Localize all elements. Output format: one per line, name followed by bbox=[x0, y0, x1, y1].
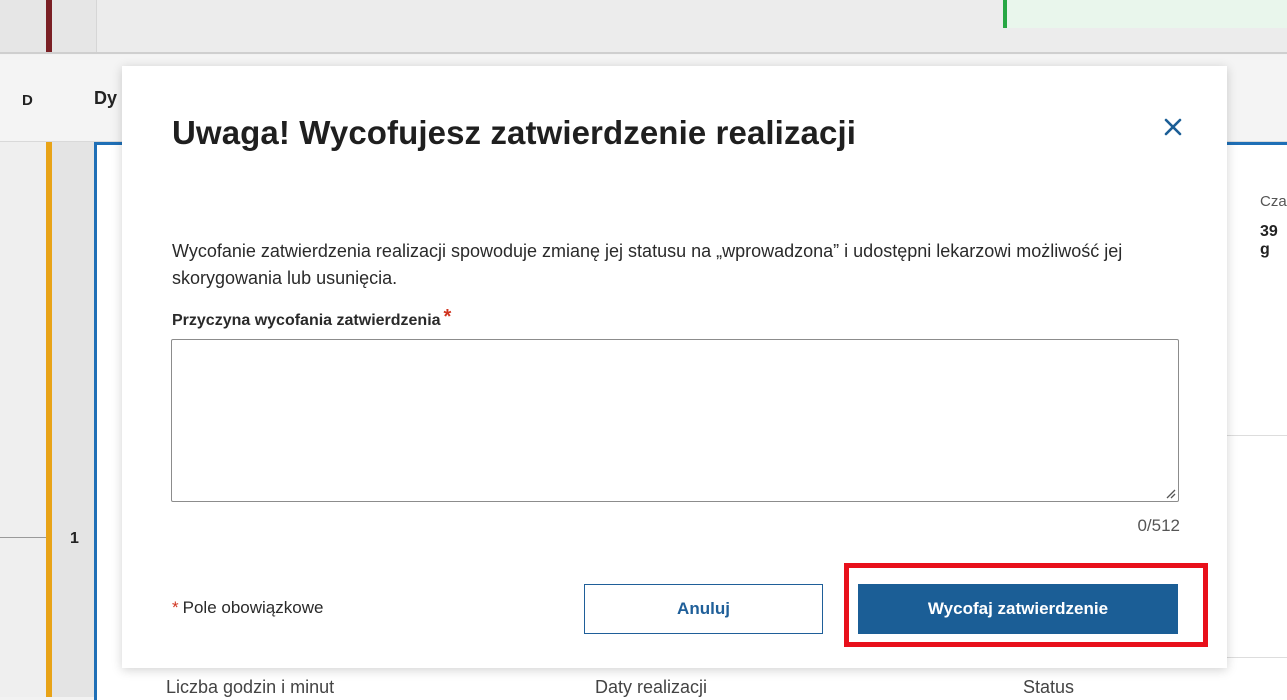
required-fields-note: * Pole obowiązkowe bbox=[172, 598, 323, 618]
divider bbox=[1227, 435, 1287, 436]
reason-textarea[interactable] bbox=[171, 339, 1179, 502]
character-counter: 0/512 bbox=[1137, 516, 1180, 535]
close-button[interactable] bbox=[1156, 110, 1190, 144]
time-value: 39 g bbox=[1260, 223, 1278, 258]
left-gutter bbox=[0, 142, 48, 697]
column-hours: Liczba godzin i minut bbox=[166, 677, 335, 697]
resize-handle-icon[interactable] bbox=[1162, 485, 1176, 499]
divider bbox=[1227, 657, 1287, 658]
close-icon bbox=[1164, 118, 1182, 136]
cancel-button[interactable]: Anuluj bbox=[584, 584, 823, 634]
column-status: Status bbox=[1023, 677, 1075, 697]
required-note-text: Pole obowiązkowe bbox=[182, 598, 324, 617]
withdraw-approval-dialog: Uwaga! Wycofujesz zatwierdzenie realizac… bbox=[122, 66, 1227, 668]
success-notice bbox=[1003, 0, 1287, 28]
column-header-d: D bbox=[22, 92, 33, 109]
required-asterisk: * bbox=[172, 598, 179, 617]
dialog-title: Uwaga! Wycofujesz zatwierdzenie realizac… bbox=[172, 114, 856, 151]
row-number-cell: 1 bbox=[52, 142, 94, 697]
dialog-description: Wycofanie zatwierdzenia realizacji spowo… bbox=[172, 241, 1123, 288]
top-strip bbox=[0, 0, 1287, 54]
time-label: Cza bbox=[1260, 193, 1287, 210]
reason-label-text: Przyczyna wycofania zatwierdzenia bbox=[172, 312, 441, 329]
row-number: 1 bbox=[70, 530, 79, 547]
status-bar-red bbox=[46, 0, 52, 52]
reason-field-label: Przyczyna wycofania zatwierdzenia * bbox=[172, 306, 452, 331]
column-header-dy: Dy bbox=[94, 88, 118, 108]
required-asterisk: * bbox=[443, 306, 452, 328]
column-dates: Daty realizacji bbox=[595, 677, 708, 697]
withdraw-approval-button[interactable]: Wycofaj zatwierdzenie bbox=[858, 584, 1178, 634]
tree-connector bbox=[0, 537, 46, 538]
